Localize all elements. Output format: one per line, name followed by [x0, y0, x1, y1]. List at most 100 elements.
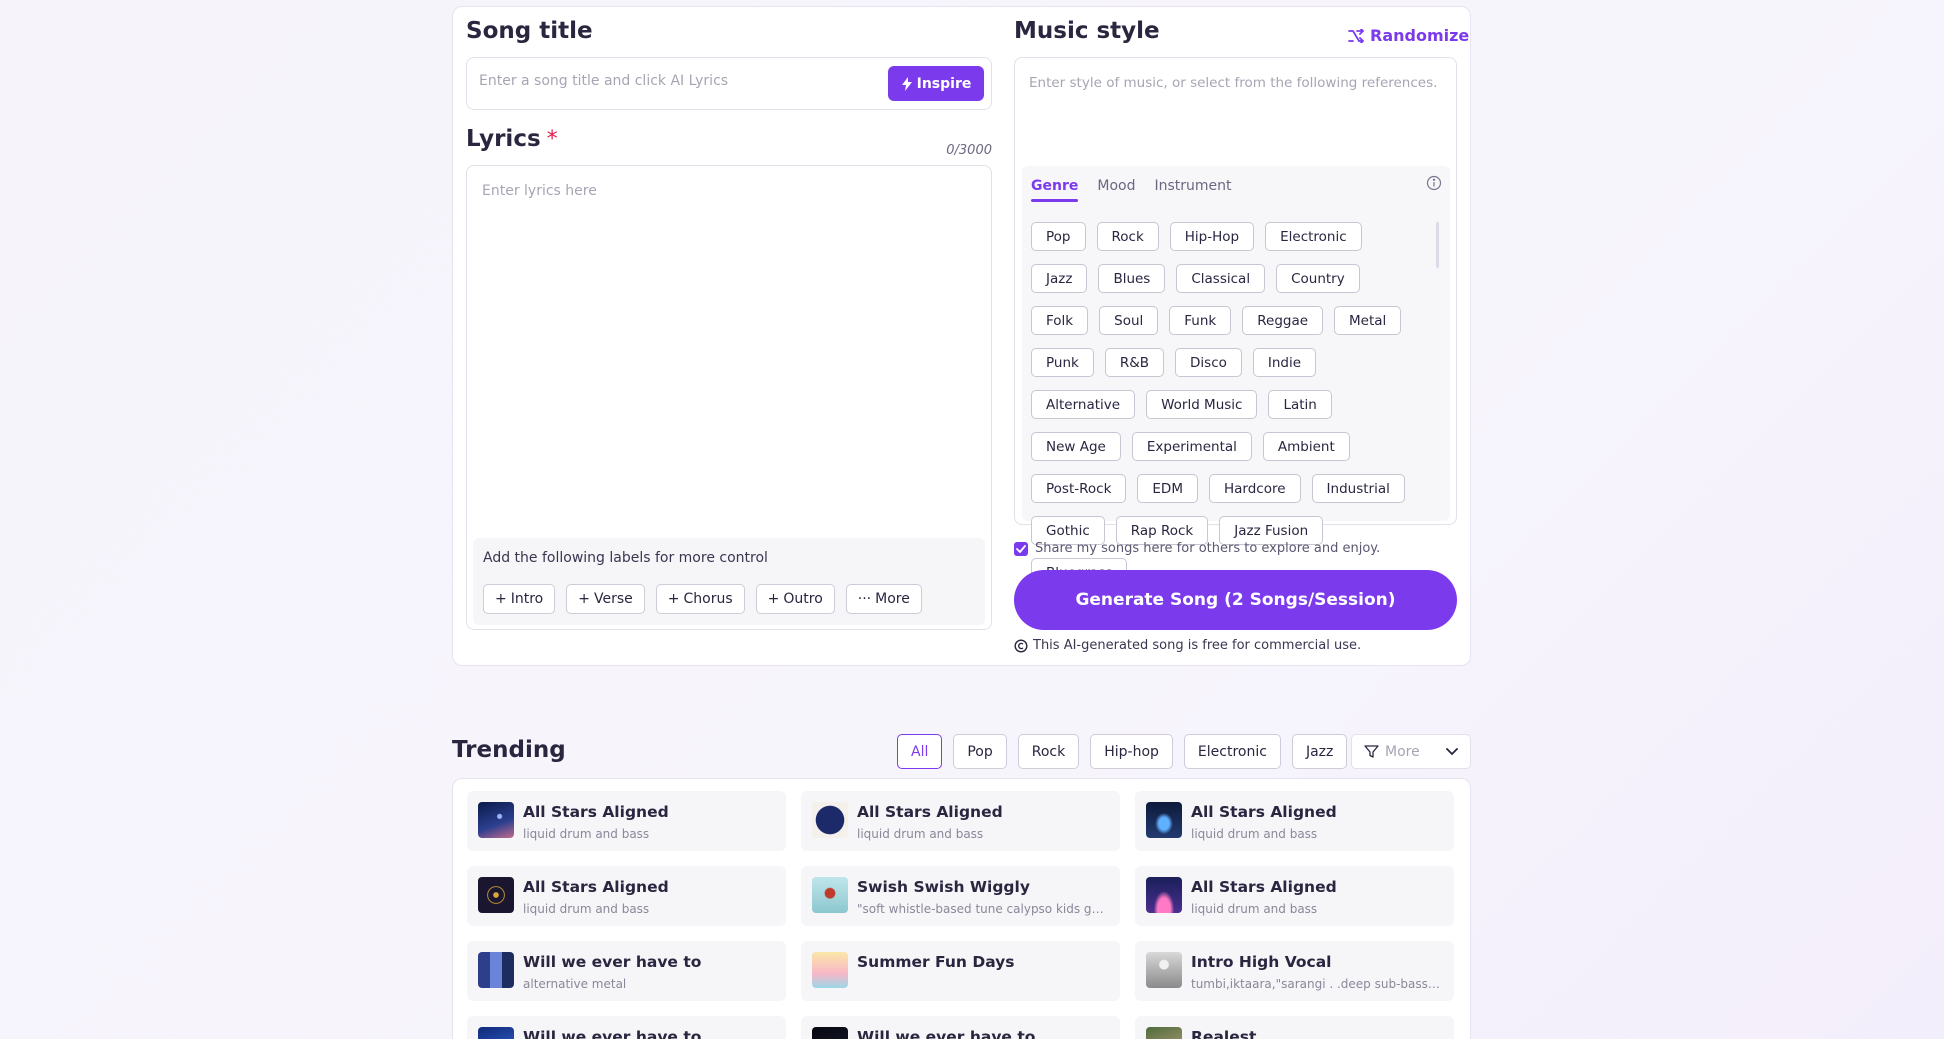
genre-chip-indie[interactable]: Indie — [1252, 348, 1317, 377]
genre-chip-funk[interactable]: Funk — [1169, 306, 1232, 335]
trending-heading: Trending — [452, 737, 566, 763]
chorus-label-button[interactable]: + Chorus — [655, 584, 745, 614]
tab-genre[interactable]: Genre — [1031, 178, 1079, 202]
more-filter-select[interactable]: More — [1351, 734, 1471, 769]
genre-chip-rock[interactable]: Rock — [1096, 222, 1159, 251]
song-thumbnail — [1146, 877, 1182, 913]
song-card[interactable]: Will we ever have to — [467, 1016, 786, 1039]
song-card[interactable]: Realest — [1135, 1016, 1454, 1039]
verse-label: Verse — [593, 591, 633, 607]
outro-label-button[interactable]: + Outro — [755, 584, 835, 614]
genre-chip-pop[interactable]: Pop — [1031, 222, 1086, 251]
song-title: Will we ever have to — [857, 1028, 1036, 1039]
lightning-icon — [901, 76, 912, 91]
song-title: All Stars Aligned — [1191, 878, 1337, 896]
song-card[interactable]: All Stars Aligned liquid drum and bass — [801, 791, 1120, 851]
song-subtitle: liquid drum and bass — [857, 827, 984, 841]
filter-hip-hop[interactable]: Hip-hop — [1090, 734, 1173, 769]
share-option: Share my songs here for others to explor… — [1014, 541, 1380, 556]
chorus-label: Chorus — [683, 591, 733, 607]
share-checkbox[interactable] — [1014, 541, 1028, 556]
song-thumbnail — [812, 952, 848, 988]
copyright-icon — [1014, 638, 1028, 653]
song-title-input[interactable] — [479, 73, 879, 89]
filter-pop[interactable]: Pop — [953, 734, 1007, 769]
plus-icon: + — [667, 591, 680, 607]
genre-chip-edm[interactable]: EDM — [1137, 474, 1198, 503]
verse-label-button[interactable]: + Verse — [566, 584, 645, 614]
song-thumbnail — [478, 952, 514, 988]
lyrics-textarea[interactable] — [482, 183, 972, 523]
song-subtitle: liquid drum and bass — [523, 827, 650, 841]
more-filter-label: More — [1385, 743, 1420, 760]
genre-chip-post-rock[interactable]: Post-Rock — [1031, 474, 1127, 503]
genre-chip-latin[interactable]: Latin — [1268, 390, 1332, 419]
intro-label-button[interactable]: + Intro — [483, 584, 556, 614]
genre-chip-alternative[interactable]: Alternative — [1031, 390, 1136, 419]
randomize-button[interactable]: Randomize — [1348, 26, 1469, 45]
genre-chip-metal[interactable]: Metal — [1334, 306, 1402, 335]
genre-chip-world-music[interactable]: World Music — [1146, 390, 1258, 419]
filter-jazz[interactable]: Jazz — [1291, 734, 1348, 769]
genre-chip-jazz[interactable]: Jazz — [1031, 264, 1088, 293]
song-card[interactable]: Swish Swish Wiggly "soft whistle-based tu… — [801, 866, 1120, 926]
genre-chip-r-b[interactable]: R&B — [1104, 348, 1165, 377]
info-icon[interactable] — [1426, 175, 1442, 191]
song-card[interactable]: All Stars Aligned liquid drum and bass — [467, 791, 786, 851]
lyrics-field: Add the following labels for more contro… — [466, 165, 992, 630]
song-title: Will we ever have to — [523, 953, 702, 971]
song-title: All Stars Aligned — [523, 878, 669, 896]
song-title: Summer Fun Days — [857, 953, 1015, 971]
tab-mood[interactable]: Mood — [1097, 178, 1135, 202]
song-title: Realest — [1191, 1028, 1257, 1039]
genre-chip-industrial[interactable]: Industrial — [1311, 474, 1405, 503]
song-title: All Stars Aligned — [1191, 803, 1337, 821]
genre-chip-hip-hop[interactable]: Hip-Hop — [1169, 222, 1255, 251]
genre-chip-electronic[interactable]: Electronic — [1265, 222, 1362, 251]
song-card[interactable]: Will we ever have to — [801, 1016, 1120, 1039]
filter-rock[interactable]: Rock — [1017, 734, 1080, 769]
song-subtitle: liquid drum and bass — [523, 902, 650, 916]
lyrics-heading-text: Lyrics — [466, 126, 541, 152]
genre-chip-folk[interactable]: Folk — [1031, 306, 1089, 335]
genre-chip-disco[interactable]: Disco — [1175, 348, 1242, 377]
labels-hint: Add the following labels for more contro… — [483, 550, 768, 566]
genre-chip-blues[interactable]: Blues — [1098, 264, 1166, 293]
lyrics-char-counter: 0/3000 — [946, 143, 992, 158]
genre-chip-reggae[interactable]: Reggae — [1242, 306, 1324, 335]
song-card[interactable]: All Stars Aligned liquid drum and bass — [1135, 866, 1454, 926]
music-style-textarea[interactable] — [1029, 75, 1439, 165]
genre-scrollbar[interactable] — [1436, 222, 1439, 268]
song-card[interactable]: Summer Fun Days — [801, 941, 1120, 1001]
genre-chip-classical[interactable]: Classical — [1176, 264, 1266, 293]
song-subtitle: alternative metal — [523, 977, 627, 991]
song-title: Intro High Vocal — [1191, 953, 1332, 971]
genre-chip-experimental[interactable]: Experimental — [1131, 432, 1252, 461]
more-labels-button[interactable]: ··· More — [845, 584, 922, 614]
genre-chip-hardcore[interactable]: Hardcore — [1208, 474, 1301, 503]
genre-chip-soul[interactable]: Soul — [1099, 306, 1159, 335]
inspire-button[interactable]: Inspire — [888, 66, 984, 101]
filter-all[interactable]: All — [897, 734, 943, 769]
song-title: All Stars Aligned — [523, 803, 669, 821]
tab-instrument[interactable]: Instrument — [1154, 178, 1231, 202]
song-card[interactable]: Will we ever have to alternative metal — [467, 941, 786, 1001]
song-subtitle: "soft whistle-based tune calypso kids gr… — [857, 902, 1107, 916]
genre-chip-punk[interactable]: Punk — [1031, 348, 1094, 377]
genre-chip-ambient[interactable]: Ambient — [1262, 432, 1350, 461]
lyrics-heading: Lyrics * — [466, 126, 558, 152]
genre-chip-new-age[interactable]: New Age — [1031, 432, 1121, 461]
song-title: All Stars Aligned — [857, 803, 1003, 821]
song-title-field: Inspire — [466, 57, 992, 110]
ellipsis-icon: ··· — [857, 591, 872, 607]
genre-chip-country[interactable]: Country — [1276, 264, 1360, 293]
song-thumbnail — [478, 877, 514, 913]
generate-song-button[interactable]: Generate Song (2 Songs/Session) — [1014, 570, 1457, 630]
genre-chips: Pop Rock Hip-Hop Electronic Jazz Blues Classic… — [1031, 222, 1426, 587]
chevron-down-icon — [1446, 747, 1458, 755]
plus-icon: + — [578, 591, 590, 607]
song-card[interactable]: Intro High Vocal tumbi,iktaara,"sarangi .… — [1135, 941, 1454, 1001]
song-card[interactable]: All Stars Aligned liquid drum and bass — [467, 866, 786, 926]
song-card[interactable]: All Stars Aligned liquid drum and bass — [1135, 791, 1454, 851]
filter-electronic[interactable]: Electronic — [1183, 734, 1281, 769]
